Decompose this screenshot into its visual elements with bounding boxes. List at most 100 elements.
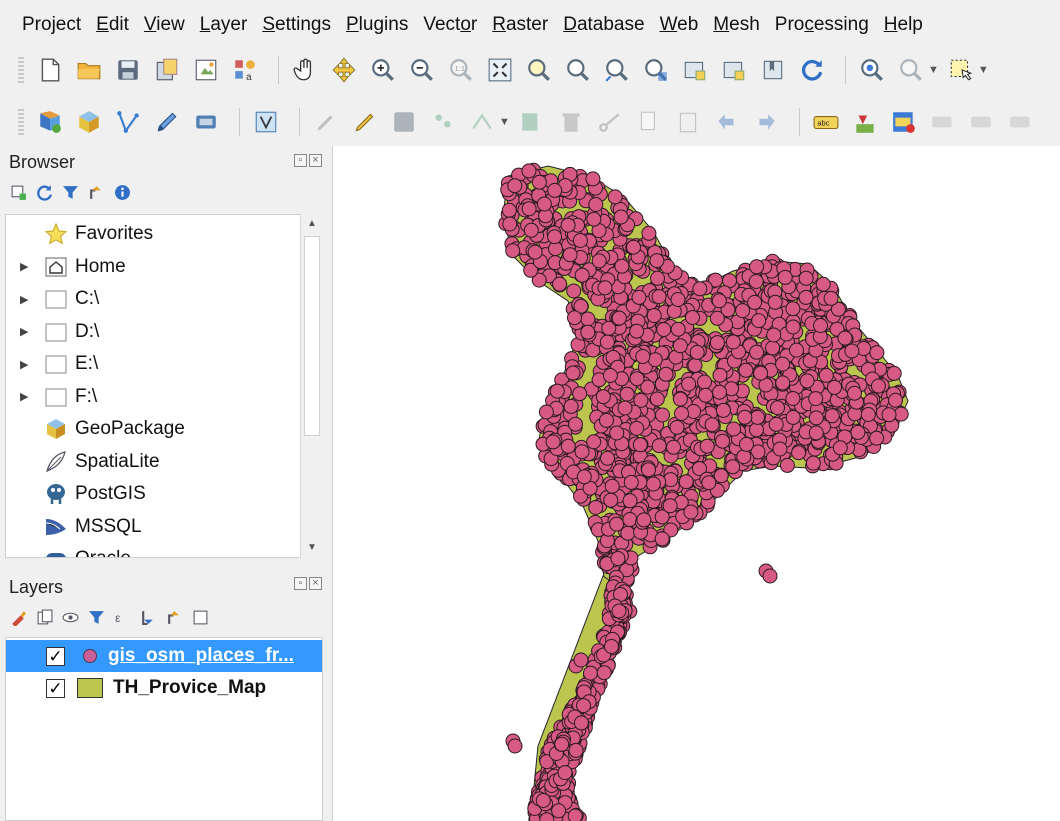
zoom-to-layer-icon[interactable]	[562, 54, 594, 86]
style-manager-icon[interactable]: a	[229, 54, 261, 86]
zoom-next-icon[interactable]	[640, 54, 672, 86]
add-selected-layers-icon[interactable]	[10, 184, 27, 201]
identify-icon[interactable]	[856, 54, 888, 86]
copy-features-icon[interactable]	[633, 106, 665, 138]
style-panel-icon[interactable]	[10, 609, 27, 626]
zoom-full-icon[interactable]	[484, 54, 516, 86]
data-source-manager-icon[interactable]	[34, 106, 66, 138]
field-calculator-icon[interactable]	[250, 106, 282, 138]
new-3d-view-icon[interactable]	[718, 54, 750, 86]
browser-item[interactable]: ▶MSSQL	[6, 512, 142, 542]
filter-icon[interactable]	[62, 184, 79, 201]
zoom-last-icon[interactable]	[601, 54, 633, 86]
close-icon[interactable]: ×	[309, 154, 322, 167]
new-map-view-icon[interactable]	[679, 54, 711, 86]
new-geopackage-icon[interactable]	[73, 106, 105, 138]
scroll-thumb[interactable]	[304, 236, 320, 436]
close-icon[interactable]: ×	[309, 577, 322, 590]
map-tips-icon[interactable]	[895, 54, 927, 86]
chevron-down-icon[interactable]: ▼	[928, 64, 939, 76]
remove-layer-icon[interactable]	[192, 609, 209, 626]
menu-vector[interactable]: Vector	[423, 14, 477, 36]
layer-diagram-icon[interactable]	[849, 106, 881, 138]
toggle-editing-icon[interactable]	[349, 106, 381, 138]
browser-item[interactable]: ▶Oracle	[6, 544, 131, 557]
browser-item[interactable]: ▶ F:\	[6, 382, 97, 412]
refresh-icon[interactable]	[36, 184, 53, 201]
add-feature-icon[interactable]	[427, 106, 459, 138]
layer-visibility-checkbox[interactable]: ✓	[46, 646, 65, 666]
scroll-up-icon[interactable]: ▲	[301, 214, 323, 234]
browser-item[interactable]: ▶ E:\	[6, 349, 98, 379]
zoom-out-icon[interactable]	[406, 54, 438, 86]
browser-item[interactable]: ▶ D:\	[6, 317, 99, 347]
chevron-down-icon[interactable]: ▼	[978, 64, 989, 76]
zoom-native-icon[interactable]: 1:1	[445, 54, 477, 86]
expand-all-icon[interactable]	[140, 609, 157, 626]
expand-arrow-icon[interactable]: ▶	[20, 260, 34, 273]
manage-visibility-icon[interactable]	[62, 609, 79, 626]
layer-visibility-checkbox[interactable]: ✓	[46, 678, 65, 698]
browser-scrollbar[interactable]: ▲ ▼	[300, 214, 322, 558]
layer-item[interactable]: ✓ TH_Provice_Map	[6, 672, 322, 704]
refresh-icon[interactable]	[796, 54, 828, 86]
collapse-all-icon[interactable]	[166, 609, 183, 626]
save-edits-icon[interactable]	[388, 106, 420, 138]
browser-item[interactable]: ▶ C:\	[6, 284, 99, 314]
collapse-all-icon[interactable]	[88, 184, 105, 201]
menu-layer[interactable]: Layer	[200, 14, 248, 36]
expand-arrow-icon[interactable]: ▶	[20, 390, 34, 403]
pan-to-selection-icon[interactable]	[328, 54, 360, 86]
expand-arrow-icon[interactable]: ▶	[20, 358, 34, 371]
toolbar-grip[interactable]	[18, 57, 24, 83]
move-label-icon[interactable]	[1005, 106, 1037, 138]
select-icon[interactable]	[945, 54, 977, 86]
pin-labels-icon[interactable]	[927, 106, 959, 138]
label-abc-icon[interactable]: abc	[810, 106, 842, 138]
menu-plugins[interactable]: Plugins	[346, 14, 408, 36]
pan-hand-icon[interactable]	[289, 54, 321, 86]
map-svg[interactable]	[333, 146, 1060, 821]
expand-arrow-icon[interactable]: ▶	[20, 325, 34, 338]
paste-features-icon[interactable]	[672, 106, 704, 138]
menu-project[interactable]: Project	[22, 14, 81, 36]
browser-item[interactable]: ▶GeoPackage	[6, 414, 185, 444]
map-canvas[interactable]	[332, 146, 1060, 821]
save-project-icon[interactable]	[112, 54, 144, 86]
new-temp-layer-icon[interactable]	[190, 106, 222, 138]
vertex-tool-icon[interactable]	[466, 106, 498, 138]
digitize-pen-icon[interactable]	[151, 106, 183, 138]
label-highlight-icon[interactable]	[888, 106, 920, 138]
menu-edit[interactable]: Edit	[96, 14, 129, 36]
menu-database[interactable]: Database	[563, 14, 644, 36]
save-as-icon[interactable]	[151, 54, 183, 86]
add-group-icon[interactable]	[36, 609, 53, 626]
menu-settings[interactable]: Settings	[262, 14, 331, 36]
current-edits-icon[interactable]	[310, 106, 342, 138]
delete-selected-icon[interactable]	[555, 106, 587, 138]
new-project-icon[interactable]	[34, 54, 66, 86]
redo-icon[interactable]	[750, 106, 782, 138]
menu-help[interactable]: Help	[884, 14, 923, 36]
undo-icon[interactable]	[711, 106, 743, 138]
expand-arrow-icon[interactable]: ▶	[20, 293, 34, 306]
browser-item[interactable]: ▶Favorites	[6, 219, 153, 249]
show-hide-labels-icon[interactable]	[966, 106, 998, 138]
chevron-down-icon[interactable]: ▼	[499, 116, 510, 128]
info-icon[interactable]	[114, 184, 131, 201]
undock-icon[interactable]: ▫	[294, 154, 307, 167]
digitize-vertex-icon[interactable]	[112, 106, 144, 138]
scroll-down-icon[interactable]: ▼	[301, 538, 323, 558]
toolbar-grip[interactable]	[18, 109, 24, 135]
filter-icon[interactable]	[88, 609, 105, 626]
browser-item[interactable]: ▶ Home	[6, 252, 126, 282]
zoom-to-selection-icon[interactable]	[523, 54, 555, 86]
new-bookmark-icon[interactable]	[757, 54, 789, 86]
menu-processing[interactable]: Processing	[775, 14, 869, 36]
menu-web[interactable]: Web	[660, 14, 699, 36]
print-layout-icon[interactable]	[190, 54, 222, 86]
menu-raster[interactable]: Raster	[492, 14, 548, 36]
filter-expression-icon[interactable]: ε	[114, 609, 131, 626]
cut-features-icon[interactable]	[594, 106, 626, 138]
zoom-in-icon[interactable]	[367, 54, 399, 86]
